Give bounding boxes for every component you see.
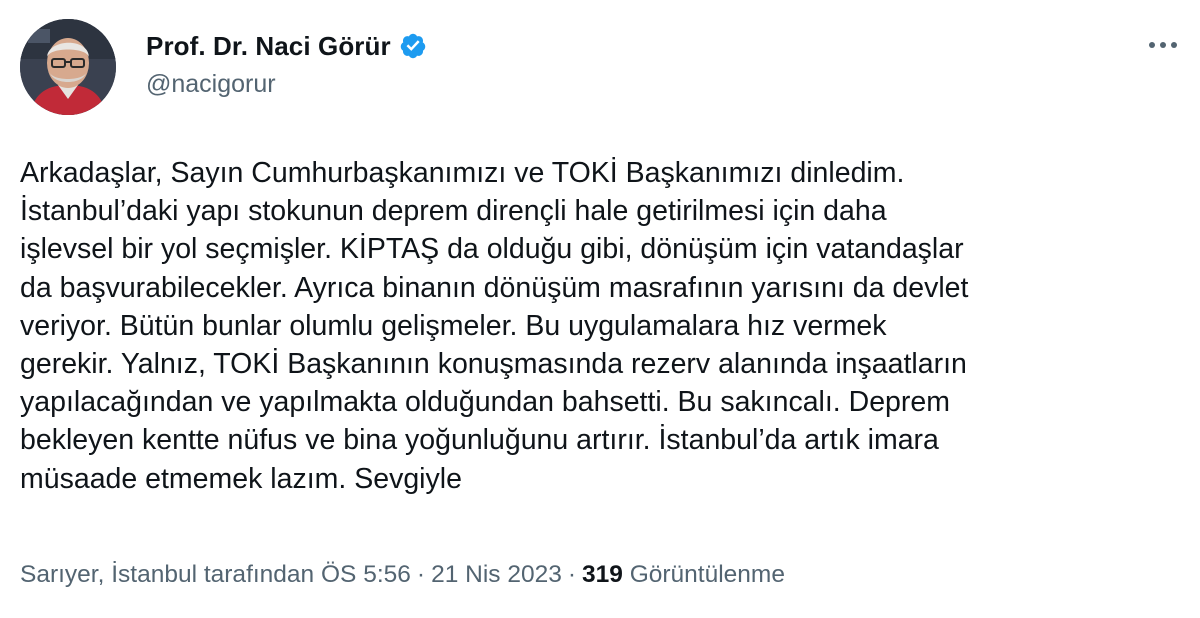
separator-dot: · xyxy=(567,561,576,588)
tweet-metadata: Sarıyer, İstanbul tarafından ÖS 5:56 · 21 … xyxy=(20,561,785,589)
tweet-text-line: yapılacağından ve yapılmakta olduğundan … xyxy=(20,386,950,419)
avatar-image xyxy=(20,19,116,115)
tweet-location: Sarıyer, İstanbul tarafından xyxy=(20,561,315,588)
author-handle[interactable]: @nacigorur xyxy=(146,70,276,99)
views-label: Görüntülenme xyxy=(629,561,785,588)
author-name-row: Prof. Dr. Naci Görür xyxy=(146,28,427,64)
tweet-text: Arkadaşlar, Sayın Cumhurbaşkanımızı ve T… xyxy=(20,154,1185,498)
tweet-text-line: işlevsel bir yol seçmişler. KİPTAŞ da ol… xyxy=(20,233,964,266)
tweet-text-line: bekleyen kentte nüfus ve bina yoğunluğun… xyxy=(20,424,939,457)
more-options-button[interactable] xyxy=(1143,30,1183,60)
tweet-text-line: da başvurabilecekler. Ayrıca binanın dön… xyxy=(20,271,969,304)
tweet-card: Prof. Dr. Naci Görür @nacigorur Arkadaşl… xyxy=(0,0,1200,618)
tweet-date[interactable]: 21 Nis 2023 xyxy=(431,561,562,588)
separator-dot: · xyxy=(416,561,426,588)
tweet-text-line: gerekir. Yalnız, TOKİ Başkanının konuşma… xyxy=(20,348,967,381)
views-count: 319 xyxy=(582,561,623,588)
author-display-name[interactable]: Prof. Dr. Naci Görür xyxy=(146,31,391,62)
tweet-time[interactable]: ÖS 5:56 xyxy=(321,561,411,588)
avatar[interactable] xyxy=(20,19,116,115)
tweet-text-line: Arkadaşlar, Sayın Cumhurbaşkanımızı ve T… xyxy=(20,157,905,189)
tweet-text-line: müsaade etmemek lazım. Sevgiyle xyxy=(20,462,462,495)
tweet-text-line: veriyor. Bütün bunlar olumlu gelişmeler.… xyxy=(20,309,887,342)
more-horizontal-icon xyxy=(1149,42,1177,48)
verified-badge-icon xyxy=(399,32,427,60)
tweet-text-line: İstanbul’daki yapı stokunun deprem diren… xyxy=(20,195,887,228)
